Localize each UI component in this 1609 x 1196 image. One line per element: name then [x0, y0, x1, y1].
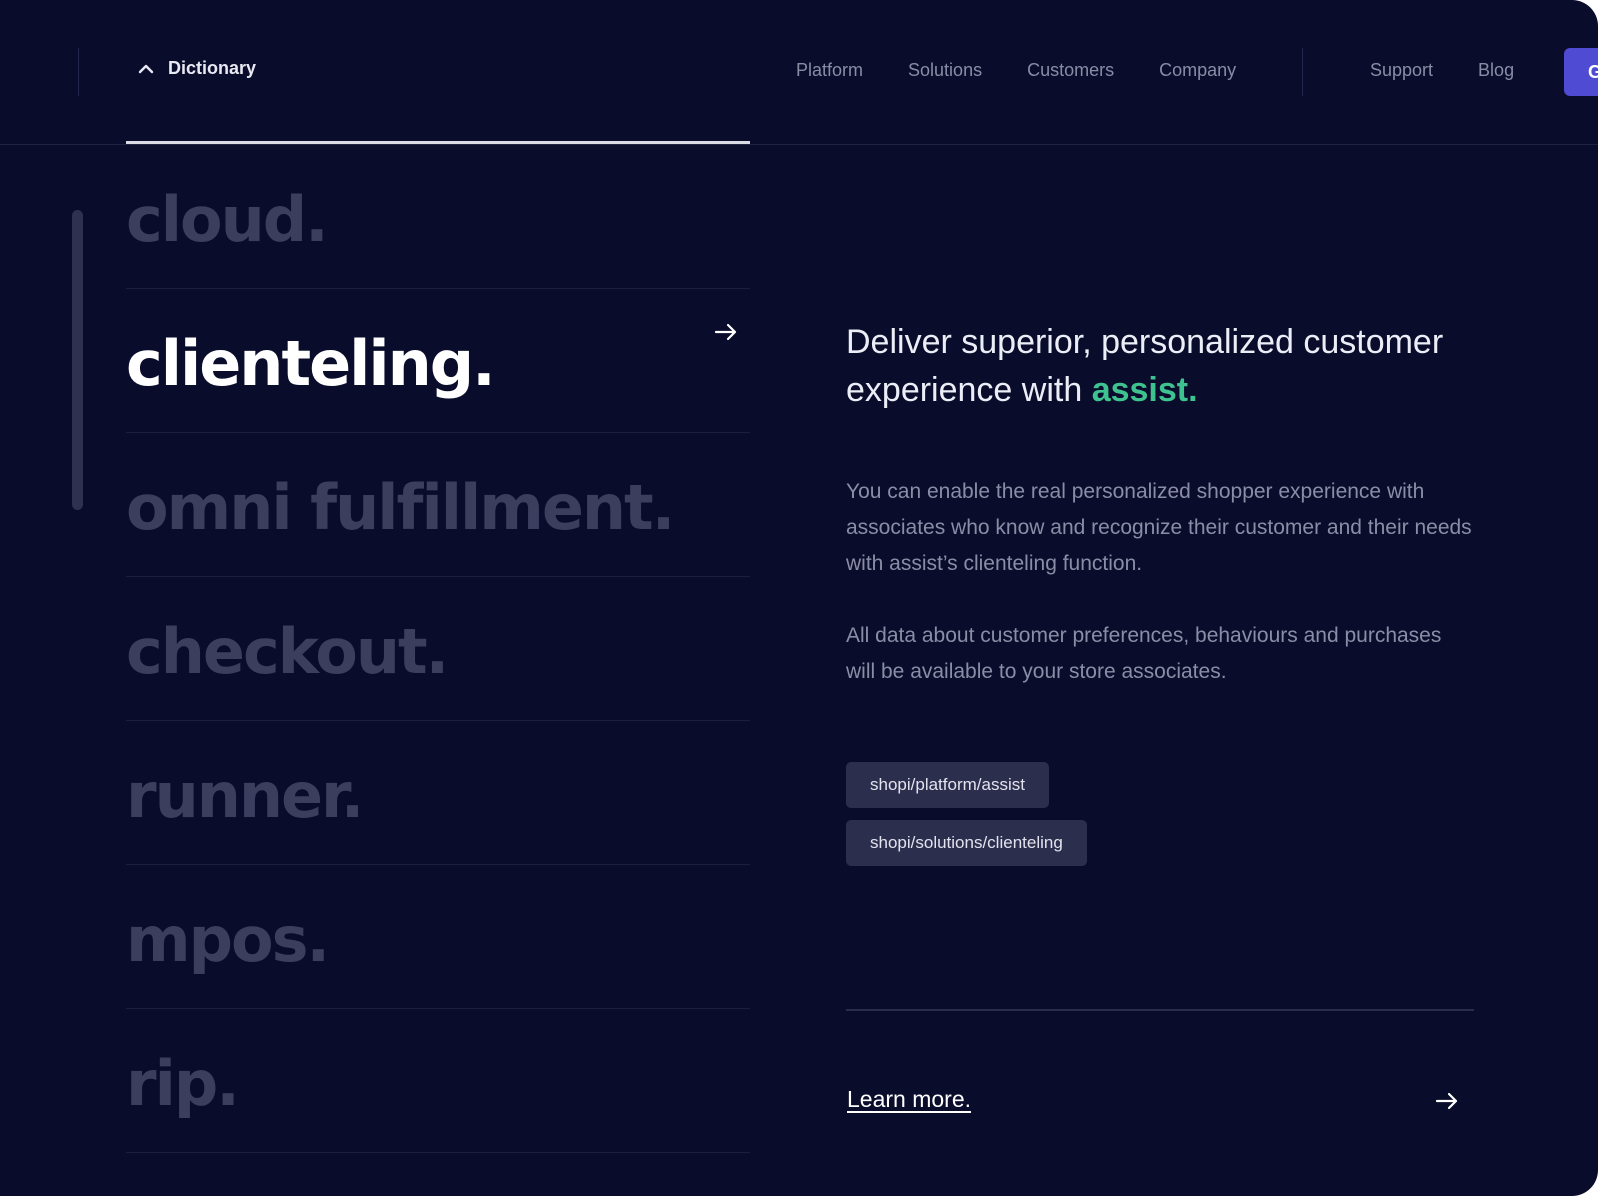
- top-navigation-bar: Dictionary Platform Solutions Customers …: [0, 0, 1598, 145]
- dictionary-toggle[interactable]: Dictionary: [138, 58, 256, 79]
- term-label: runner.: [126, 759, 364, 832]
- term-label: cloud.: [126, 183, 329, 256]
- term-item-runner[interactable]: runner.: [126, 721, 750, 865]
- learn-more-link[interactable]: Learn more.: [847, 1086, 971, 1113]
- term-label: clienteling.: [126, 327, 496, 400]
- tag-list: shopi/platform/assist shopi/solutions/cl…: [846, 762, 1476, 866]
- nav-link-platform[interactable]: Platform: [796, 60, 863, 81]
- term-label: mpos.: [126, 903, 330, 976]
- chevron-up-icon: [138, 63, 154, 75]
- nav-link-company[interactable]: Company: [1159, 60, 1236, 81]
- list-scrollbar[interactable]: [72, 210, 83, 510]
- cta-button-label: G: [1588, 62, 1598, 82]
- tag-platform-assist[interactable]: shopi/platform/assist: [846, 762, 1049, 808]
- app-frame: Dictionary Platform Solutions Customers …: [0, 0, 1598, 1196]
- term-label: omni fulfillment.: [126, 471, 675, 544]
- term-label: rip.: [126, 1047, 240, 1120]
- detail-heading: Deliver superior, personalized customer …: [846, 318, 1476, 414]
- main-nav: Platform Solutions Customers Company: [796, 60, 1281, 81]
- term-item-cloud[interactable]: cloud.: [126, 144, 750, 289]
- detail-paragraph: You can enable the real personalized sho…: [846, 480, 1472, 575]
- header-divider-left: [78, 48, 79, 96]
- nav-link-blog[interactable]: Blog: [1478, 60, 1514, 81]
- header-divider-right: [1302, 48, 1303, 96]
- term-item-checkout[interactable]: checkout.: [126, 577, 750, 721]
- term-detail-panel: Deliver superior, personalized customer …: [846, 318, 1476, 878]
- arrow-right-icon[interactable]: [1435, 1092, 1459, 1115]
- nav-link-customers[interactable]: Customers: [1027, 60, 1114, 81]
- term-item-mpos[interactable]: mpos.: [126, 865, 750, 1009]
- term-item-rip[interactable]: rip.: [126, 1009, 750, 1153]
- term-item-clienteling[interactable]: clienteling.: [126, 289, 750, 433]
- dictionary-label: Dictionary: [168, 58, 257, 78]
- nav-link-solutions[interactable]: Solutions: [908, 60, 982, 81]
- detail-paragraph: All data about customer preferences, beh…: [846, 624, 1442, 683]
- term-item-omni-fulfillment[interactable]: omni fulfillment.: [126, 433, 750, 577]
- term-label: checkout.: [126, 615, 449, 688]
- cta-button[interactable]: G: [1564, 48, 1598, 96]
- nav-link-support[interactable]: Support: [1370, 60, 1433, 81]
- heading-accent: assist.: [1091, 371, 1198, 409]
- secondary-nav: Support Blog: [1370, 60, 1559, 81]
- arrow-right-icon: [714, 323, 738, 346]
- section-divider: [846, 1009, 1474, 1011]
- dictionary-term-list: cloud. clienteling. omni fulfillment. ch…: [126, 144, 750, 1153]
- tag-solutions-clienteling[interactable]: shopi/solutions/clienteling: [846, 820, 1087, 866]
